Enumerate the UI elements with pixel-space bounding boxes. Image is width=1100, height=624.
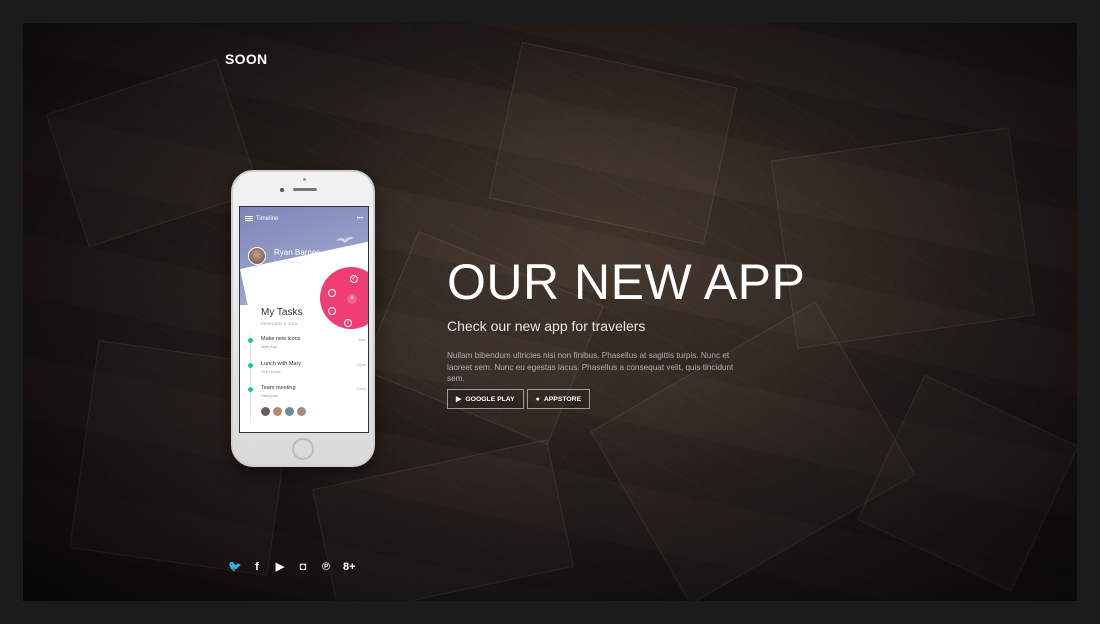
list-item: Team meeting Hangouts 10am <box>248 384 366 404</box>
phone-speaker <box>293 188 317 191</box>
avatar <box>285 407 294 416</box>
appstore-button[interactable]: ● APPSTORE <box>526 389 591 409</box>
store-buttons: ▶ GOOGLE PLAY ● APPSTORE <box>447 389 591 409</box>
page-description: Nullam bibendum ultricies nisi non finib… <box>447 351 734 383</box>
info-icon: i <box>344 319 352 327</box>
hero-background: SOON Timeline ••• Ryan Barnes Product De… <box>23 23 1077 601</box>
check-icon: ✓ <box>350 275 358 283</box>
tasks-title: My Tasks <box>261 307 303 318</box>
task-title: Make new icons <box>261 336 301 342</box>
vignette-overlay <box>23 23 1077 601</box>
instagram-icon[interactable]: ◘ <box>297 561 309 573</box>
tasks-date: FEBRUARY 8, 2015 <box>261 321 298 326</box>
task-subtitle: Grill House <box>261 369 281 374</box>
google-play-button[interactable]: ▶ GOOGLE PLAY <box>447 389 524 409</box>
social-links: 🐦 f ▶ ◘ ℗ 8+ <box>228 560 356 574</box>
twitter-icon[interactable]: 🐦 <box>228 560 242 573</box>
phone-sensor <box>303 178 306 181</box>
task-time: 12pm <box>355 362 366 367</box>
attendee-avatars <box>261 403 309 421</box>
brand-logo[interactable]: SOON <box>225 51 267 67</box>
apple-icon: ● <box>535 395 540 403</box>
task-dot <box>248 338 253 343</box>
close-icon: × <box>347 294 357 304</box>
avatar <box>248 247 266 265</box>
more-icon: ••• <box>356 216 363 222</box>
app-topbar-title: Timeline <box>256 216 279 223</box>
phone-screen: Timeline ••• Ryan Barnes Product Designe… <box>239 206 369 433</box>
task-dot <box>248 363 253 368</box>
appstore-label: APPSTORE <box>543 395 582 403</box>
phone-home-button <box>292 438 314 460</box>
facebook-icon[interactable]: f <box>251 561 263 573</box>
clock-icon-2: · <box>328 307 336 315</box>
youtube-icon[interactable]: ▶ <box>274 560 286 573</box>
task-title: Team meeting <box>261 385 296 391</box>
user-name: Ryan Barnes <box>274 248 321 257</box>
page-subtitle: Check our new app for travelers <box>447 318 646 334</box>
list-item: Make new icons Web App 8am <box>248 335 366 355</box>
avatar <box>273 407 282 416</box>
user-role: Product Designer <box>274 259 305 264</box>
app-topbar: Timeline <box>245 216 278 222</box>
phone-mockup: Timeline ••• Ryan Barnes Product Designe… <box>231 170 375 467</box>
task-subtitle: Hangouts <box>261 393 279 398</box>
bird-icon <box>336 236 354 243</box>
menu-icon <box>245 216 253 221</box>
task-subtitle: Web App <box>261 344 278 349</box>
task-dot <box>248 387 253 392</box>
task-title: Lunch with Mary <box>261 361 302 367</box>
task-time: 10am <box>355 386 366 391</box>
avatar <box>261 407 270 416</box>
pinterest-icon[interactable]: ℗ <box>320 561 332 573</box>
list-item: Lunch with Mary Grill House 12pm <box>248 360 366 380</box>
task-time: 8am <box>358 337 366 342</box>
clock-icon: · <box>328 289 336 297</box>
page-title: OUR NEW APP <box>447 254 806 310</box>
google-play-icon: ▶ <box>456 396 462 403</box>
google-plus-icon[interactable]: 8+ <box>343 561 356 573</box>
avatar <box>297 407 306 416</box>
phone-camera <box>280 188 284 192</box>
google-play-label: GOOGLE PLAY <box>465 395 515 403</box>
